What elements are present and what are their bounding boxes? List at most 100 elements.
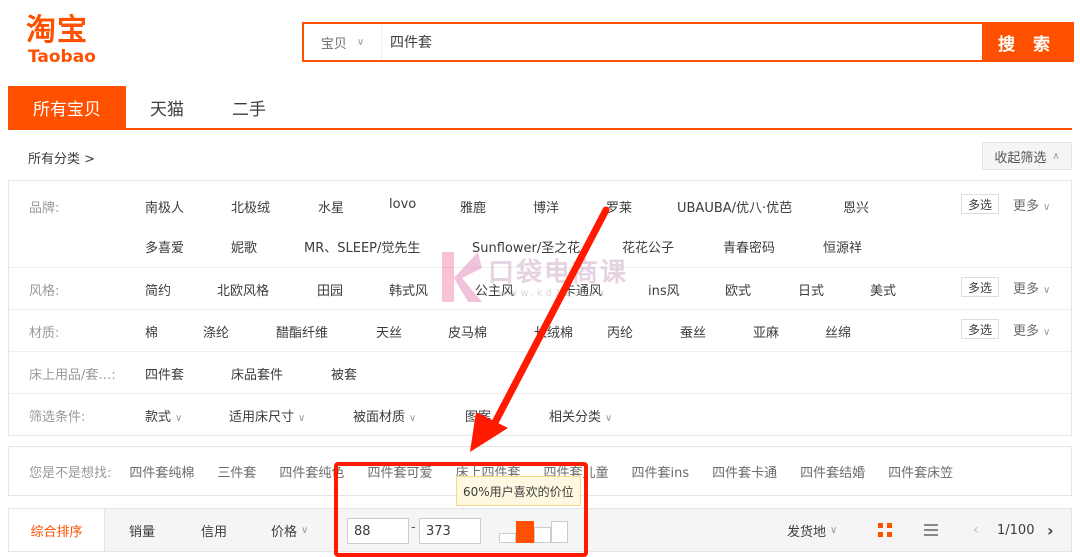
sort-price-label: 价格 (271, 524, 298, 540)
page-indicator: 1/100 (997, 522, 1035, 538)
filter-option[interactable]: 北欧风格 (217, 280, 269, 299)
list-view-icon[interactable] (923, 509, 939, 551)
filter-option[interactable]: 南极人 (145, 197, 184, 216)
collapse-filter-button[interactable]: 收起筛选 ∧ (982, 142, 1072, 170)
filter-option[interactable]: 日式 (798, 280, 824, 299)
tab-tmall[interactable]: 天猫 (126, 86, 208, 128)
filter-option[interactable]: 皮马棉 (448, 322, 487, 341)
sort-default[interactable]: 综合排序 (9, 509, 105, 551)
more-button[interactable]: 更多 ∨ (1013, 195, 1050, 214)
multi-select-button[interactable]: 多选 (961, 194, 999, 214)
suggestion-link[interactable]: 四件套床笠 (888, 462, 953, 481)
filter-row-conditions: 筛选条件: 款式 ∨ 适用床尺寸 ∨ 被面材质 ∨ 图案 ∨ 相关分类 ∨ (9, 393, 1071, 435)
filter-panel: 品牌: 南极人 北极绒 水星 lovo 雅鹿 博洋 罗莱 UBAUBA/优八·优… (8, 180, 1072, 436)
filter-option[interactable]: MR、SLEEP/觉先生 (304, 237, 420, 256)
filter-option[interactable]: 床品套件 (231, 364, 283, 383)
prev-page-icon[interactable]: ‹ (973, 509, 979, 551)
filter-option[interactable]: 田园 (317, 280, 343, 299)
condition-dropdown[interactable]: 款式 ∨ (145, 406, 182, 425)
suggestion-link[interactable]: 四件套卡通 (712, 462, 777, 481)
all-categories-link[interactable]: 所有分类 > (28, 148, 95, 167)
condition-dropdown[interactable]: 相关分类 ∨ (549, 406, 612, 425)
filter-option[interactable]: 雅鹿 (460, 197, 486, 216)
more-button[interactable]: 更多 ∨ (1013, 320, 1050, 339)
chevron-down-icon: ∨ (830, 524, 838, 536)
chevron-down-icon: ∨ (301, 524, 309, 536)
filter-option[interactable]: 棉 (145, 322, 158, 341)
filter-option[interactable]: 简约 (145, 280, 171, 299)
filter-option[interactable]: 北极绒 (231, 197, 270, 216)
filter-option[interactable]: 公主风 (475, 280, 514, 299)
filter-option[interactable]: 欧式 (725, 280, 751, 299)
ship-from-dropdown[interactable]: 发货地 ∨ (787, 509, 837, 551)
logo-cn: 淘宝 (26, 13, 88, 48)
search-scope-label: 宝贝 (320, 36, 347, 52)
more-label: 更多 (1013, 282, 1040, 297)
chevron-down-icon: ∨ (298, 413, 306, 424)
filter-option[interactable]: 花花公子 (622, 237, 674, 256)
taobao-logo[interactable]: 淘宝 Taobao (26, 14, 116, 72)
filter-option[interactable]: 水星 (318, 197, 344, 216)
filter-option[interactable]: 卡通风 (563, 280, 602, 299)
search-button[interactable]: 搜 索 (982, 24, 1072, 60)
filter-option[interactable]: lovo (389, 197, 416, 212)
filter-option[interactable]: ins风 (648, 280, 680, 299)
multi-select-button[interactable]: 多选 (961, 277, 999, 297)
condition-dropdown[interactable]: 被面材质 ∨ (353, 406, 416, 425)
filter-label: 材质: (29, 326, 60, 341)
filter-option[interactable]: 四件套 (145, 364, 184, 383)
sort-sales[interactable]: 销量 (129, 509, 155, 551)
suggestion-link[interactable]: 四件套结婚 (800, 462, 865, 481)
filter-row-brand: 品牌: 南极人 北极绒 水星 lovo 雅鹿 博洋 罗莱 UBAUBA/优八·优… (9, 181, 1071, 267)
chevron-down-icon: ∨ (1043, 285, 1051, 296)
filter-option[interactable]: 醋酯纤维 (276, 322, 328, 341)
condition-dropdown[interactable]: 适用床尺寸 ∨ (229, 406, 305, 425)
filter-option[interactable]: 妮歌 (231, 237, 257, 256)
suggestion-link[interactable]: 四件套纯棉 (129, 462, 194, 481)
multi-select-button[interactable]: 多选 (961, 319, 999, 339)
more-button[interactable]: 更多 ∨ (1013, 278, 1050, 297)
filter-option[interactable]: 恩兴 (843, 197, 869, 216)
suggestion-link[interactable]: 三件套 (217, 462, 256, 481)
filter-option[interactable]: Sunflower/圣之花 (472, 237, 580, 256)
condition-label: 被面材质 (353, 410, 406, 425)
filter-option[interactable]: 亚麻 (753, 322, 779, 341)
filter-option[interactable]: 长绒棉 (534, 322, 573, 341)
filter-option[interactable]: 涤纶 (203, 322, 229, 341)
chevron-down-icon: ∨ (1043, 202, 1051, 213)
chevron-up-icon: ∧ (1052, 150, 1060, 162)
sort-price[interactable]: 价格 ∨ (271, 509, 308, 551)
condition-dropdown[interactable]: 图案 ∨ (465, 406, 502, 425)
tab-all[interactable]: 所有宝贝 (8, 86, 126, 128)
filter-option[interactable]: 美式 (870, 280, 896, 299)
logo-en: Taobao (28, 47, 96, 67)
chevron-down-icon: ∨ (175, 413, 183, 424)
condition-label: 适用床尺寸 (229, 410, 295, 425)
next-page-icon[interactable]: › (1047, 509, 1054, 551)
filter-option[interactable]: 罗莱 (606, 197, 632, 216)
filter-label: 床上用品/套…: (29, 368, 116, 383)
filter-option[interactable]: 恒源祥 (823, 237, 862, 256)
tab-secondhand[interactable]: 二手 (208, 86, 290, 128)
sort-credit[interactable]: 信用 (201, 509, 227, 551)
filter-option[interactable]: 博洋 (533, 197, 559, 216)
filter-option[interactable]: 丙纶 (607, 322, 633, 341)
filter-option[interactable]: 天丝 (376, 322, 402, 341)
filter-option[interactable]: 被套 (331, 364, 357, 383)
search-input[interactable] (382, 24, 982, 60)
filter-option[interactable]: 丝绵 (825, 322, 851, 341)
condition-label: 相关分类 (549, 410, 602, 425)
filter-option[interactable]: UBAUBA/优八·优芭 (677, 197, 792, 216)
search-bar: 宝贝 ∨ 搜 索 (302, 22, 1074, 62)
suggestion-link[interactable]: 四件套ins (631, 462, 689, 481)
filter-option[interactable]: 青春密码 (723, 237, 775, 256)
filter-option[interactable]: 蚕丝 (680, 322, 706, 341)
grid-view-icon[interactable] (877, 509, 893, 551)
filter-option[interactable]: 韩式风 (389, 280, 428, 299)
filter-label: 风格: (29, 284, 60, 299)
search-scope-select[interactable]: 宝贝 ∨ (304, 24, 382, 60)
chevron-down-icon: ∨ (356, 36, 365, 48)
condition-label: 图案 (465, 410, 492, 425)
filter-option[interactable]: 多喜爱 (145, 237, 184, 256)
chevron-down-icon: ∨ (495, 413, 503, 424)
